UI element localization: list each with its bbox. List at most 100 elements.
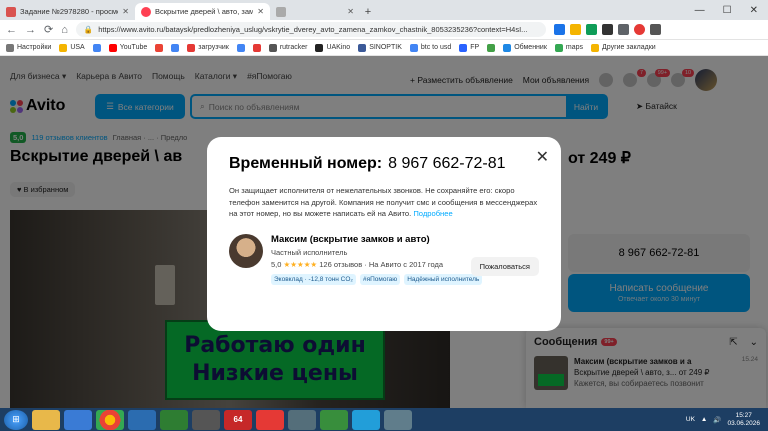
modal-title-text: Временный номер: [229, 155, 383, 172]
system-tray: UK ▲ 🔊 15:27 03.06.2026 [686, 412, 768, 428]
bookmark-item[interactable] [171, 43, 180, 52]
google-icon [171, 43, 180, 52]
youtube-icon [108, 43, 117, 52]
seller-reviews[interactable]: 126 отзывов · На Авито с 2017 года [319, 260, 443, 269]
aida64-icon[interactable]: 64 [224, 409, 252, 430]
stars-icon: ★★★★★ [283, 259, 318, 269]
app-icon[interactable] [128, 409, 156, 430]
back-icon[interactable]: ← [6, 24, 17, 36]
extension-icon[interactable] [553, 24, 565, 35]
more-link[interactable]: Подробнее [413, 209, 452, 218]
close-window-button[interactable]: ✕ [750, 5, 758, 16]
tab-avito[interactable]: Вскрытие дверей \ авто, замена ✕ [135, 3, 270, 20]
bookmark-item[interactable]: USA [59, 43, 85, 52]
seller-avatar[interactable] [229, 233, 263, 268]
uakino-icon [315, 43, 324, 52]
bookmark-item[interactable] [252, 43, 261, 52]
sinoptik-icon [358, 43, 367, 52]
window-controls: — ☐ ✕ [695, 0, 768, 20]
app-icon[interactable] [320, 409, 348, 430]
seller-score: 5,0 [271, 259, 282, 269]
tab-close-icon[interactable]: ✕ [257, 7, 264, 16]
exchange-icon [503, 43, 512, 52]
sp-favicon-icon [6, 6, 16, 17]
app-icon[interactable] [288, 409, 316, 430]
bookmark-icon [252, 43, 261, 52]
bookmark-item[interactable]: rutracker [268, 43, 307, 52]
tab-close-icon[interactable]: ✕ [347, 7, 354, 16]
app-icon[interactable] [160, 409, 188, 430]
chrome-icon[interactable] [96, 409, 124, 430]
desc-text: Он защищает исполнителя от нежелательных… [229, 186, 538, 218]
bookmark-item[interactable] [155, 43, 164, 52]
seller-name[interactable]: Максим (вскрытие замков и авто) [271, 234, 539, 245]
reload-icon[interactable]: ⟳ [44, 23, 53, 36]
folder-icon [591, 43, 600, 52]
tab-close-icon[interactable]: ✕ [122, 7, 129, 16]
app-icon[interactable] [192, 409, 220, 430]
bookmark-item[interactable] [487, 43, 496, 52]
download-icon [187, 43, 196, 52]
maximize-button[interactable]: ☐ [723, 5, 732, 16]
menu-icon[interactable] [649, 24, 661, 35]
profile-icon[interactable] [633, 24, 645, 35]
extensions [553, 24, 661, 35]
minimize-button[interactable]: — [695, 5, 705, 16]
bookmark-item[interactable]: Другие закладки [591, 43, 656, 52]
url-field[interactable]: 🔒 https://www.avito.ru/bataysk/predlozhe… [75, 22, 546, 37]
gmail-icon [155, 43, 164, 52]
windows-taskbar: ⊞ 64 UK ▲ 🔊 15:27 03.06.2026 [0, 408, 768, 431]
app-icon[interactable] [256, 409, 284, 430]
gear-icon [6, 43, 14, 52]
new-tab-button[interactable]: + [360, 6, 376, 18]
bookmark-icon [487, 43, 496, 52]
tag-ihelp: #яПомогаю [359, 273, 401, 285]
bookmark-item[interactable]: SINOPTIK [358, 43, 402, 52]
bookmark-item[interactable] [92, 43, 101, 52]
volume-icon[interactable]: 🔊 [713, 416, 721, 424]
language-indicator[interactable]: UK [686, 416, 695, 423]
bookmarks-bar: Настройки USA YouTube загрузчик rutracke… [0, 40, 768, 56]
bookmark-item[interactable]: maps [554, 43, 583, 52]
url-text: https://www.avito.ru/bataysk/predlozheni… [98, 25, 528, 34]
extension-icon[interactable] [601, 24, 613, 35]
address-bar-row: ← → ⟳ ⌂ 🔒 https://www.avito.ru/bataysk/p… [0, 20, 768, 40]
explorer-icon[interactable] [32, 409, 60, 430]
clock[interactable]: 15:27 03.06.2026 [727, 412, 760, 428]
telegram-icon[interactable] [352, 409, 380, 430]
bookmark-item[interactable]: UAKino [315, 43, 350, 52]
tab-task[interactable]: Задание №2978280 - просмотр з ✕ [0, 3, 135, 20]
network-icon[interactable]: ▲ [701, 416, 707, 423]
app-icon[interactable] [64, 409, 92, 430]
tab-blank[interactable]: ✕ [270, 3, 360, 20]
extension-icon[interactable] [617, 24, 629, 35]
lock-icon: 🔒 [83, 25, 94, 34]
close-icon[interactable]: ✕ [536, 147, 549, 167]
seller-type: Частный исполнитель [271, 247, 348, 257]
tab-title: Вскрытие дверей \ авто, замена [155, 7, 254, 16]
fp-icon [459, 43, 468, 52]
clock-date: 03.06.2026 [727, 419, 760, 427]
tag-reliable: Надёжный исполнитель [404, 273, 483, 285]
tag-eco: Эковклад · -12,8 тонн CO₂ [271, 273, 356, 285]
page-favicon-icon [276, 6, 286, 17]
complain-button[interactable]: Пожаловаться [470, 257, 539, 276]
forward-icon[interactable]: → [25, 24, 36, 36]
avito-favicon-icon [141, 6, 151, 17]
temp-phone-number: 8 967 662-72-81 [388, 155, 506, 172]
bookmark-item[interactable]: YouTube [108, 43, 147, 52]
bookmark-item[interactable]: btc to usd [409, 43, 451, 52]
home-icon[interactable]: ⌂ [61, 24, 68, 36]
folder-icon [59, 43, 68, 52]
modal-title: Временный номер: 8 967 662-72-81 [229, 155, 539, 173]
bookmark-item[interactable]: FP [459, 43, 479, 52]
bookmark-item[interactable]: Настройки [6, 43, 51, 52]
app-icon[interactable] [384, 409, 412, 430]
bookmark-item[interactable]: загрузчик [187, 43, 229, 52]
extension-icon[interactable] [569, 24, 581, 35]
bookmark-item[interactable] [236, 43, 245, 52]
bookmark-item[interactable]: Обменник [503, 43, 547, 52]
temp-number-modal: ✕ Временный номер: 8 967 662-72-81 Он за… [207, 137, 561, 331]
extension-icon[interactable] [585, 24, 597, 35]
start-button[interactable]: ⊞ [4, 409, 28, 430]
